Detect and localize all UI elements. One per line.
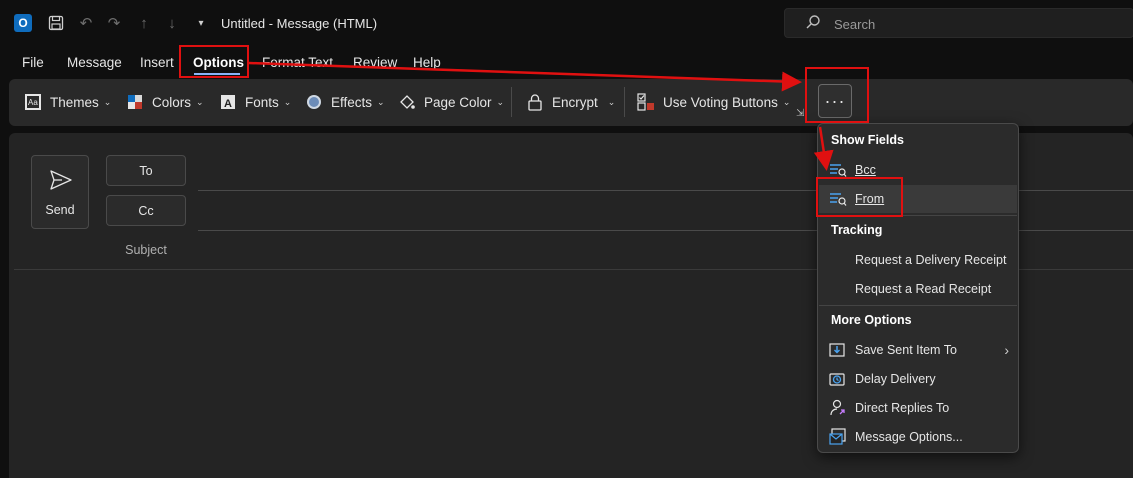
effects-icon <box>305 93 323 111</box>
send-icon <box>50 170 72 193</box>
lock-icon <box>526 93 544 111</box>
menu-separator <box>819 305 1017 306</box>
chevron-down-icon: ⌄ <box>103 96 112 107</box>
dialog-launcher-icon[interactable]: ⇲ <box>796 108 804 119</box>
voting-buttons-button[interactable]: Use Voting Buttons ⌄ <box>637 93 790 111</box>
redo-icon[interactable]: ↷ <box>104 13 124 33</box>
tab-review[interactable]: Review <box>353 55 397 70</box>
more-options-header: More Options <box>831 313 912 327</box>
delivery-receipt-label: Request a Delivery Receipt <box>855 253 1007 267</box>
fonts-button[interactable]: A Fonts ⌄ <box>219 93 291 111</box>
ribbon-separator <box>624 87 625 117</box>
message-options-icon <box>829 428 847 446</box>
effects-label: Effects <box>331 94 373 110</box>
svg-text:A: A <box>224 98 232 110</box>
subject-label: Subject <box>125 243 167 257</box>
chevron-down-icon: ⌄ <box>607 96 616 107</box>
save-sent-label: Save Sent Item To <box>855 343 957 357</box>
tracking-header: Tracking <box>831 223 883 237</box>
down-arrow-icon[interactable]: ↓ <box>162 13 182 33</box>
fonts-label: Fonts <box>245 94 279 110</box>
bcc-label: Bcc <box>855 163 876 177</box>
save-sent-folder-icon <box>829 341 847 359</box>
read-receipt-label: Request a Read Receipt <box>855 282 992 296</box>
annotation-box-from-item <box>816 177 903 217</box>
annotation-box-more-button <box>805 67 869 123</box>
message-options-label: Message Options... <box>855 430 963 444</box>
direct-replies-icon <box>829 399 847 417</box>
delay-delivery-icon <box>829 370 847 388</box>
effects-button[interactable]: Effects ⌄ <box>305 93 385 111</box>
direct-replies-label: Direct Replies To <box>855 401 950 415</box>
page-color-button[interactable]: Page Color ⌄ <box>398 93 504 111</box>
themes-icon: Aa <box>24 93 42 111</box>
menu-item-direct-replies[interactable]: Direct Replies To <box>819 394 1017 422</box>
chevron-down-icon: ⌄ <box>196 96 204 107</box>
tab-message[interactable]: Message <box>67 55 122 70</box>
menu-item-message-options[interactable]: Message Options... <box>819 423 1017 451</box>
search-placeholder: Search <box>834 17 876 32</box>
colors-label: Colors <box>152 94 192 110</box>
menu-item-save-sent[interactable]: Save Sent Item To › <box>819 336 1017 364</box>
colors-icon <box>126 93 144 111</box>
chevron-down-icon: ⌄ <box>782 96 791 107</box>
outlook-logo-icon: O <box>14 14 32 32</box>
themes-button[interactable]: Aa Themes ⌄ <box>24 93 111 111</box>
search-icon <box>805 14 821 34</box>
encrypt-label: Encrypt <box>552 94 598 110</box>
ribbon-separator <box>511 87 512 117</box>
to-button[interactable]: To <box>106 155 186 186</box>
fonts-icon: A <box>219 93 237 111</box>
annotation-box-options-tab <box>179 45 249 78</box>
chevron-down-icon: ⌄ <box>377 96 385 107</box>
tab-file[interactable]: File <box>22 55 44 70</box>
voting-icon <box>637 93 655 111</box>
tab-help[interactable]: Help <box>413 55 441 70</box>
tab-insert[interactable]: Insert <box>140 55 174 70</box>
chevron-down-icon: ⌄ <box>283 96 292 107</box>
encrypt-button[interactable]: Encrypt ⌄ <box>526 93 615 111</box>
menu-item-read-receipt[interactable]: Request a Read Receipt <box>819 275 1017 303</box>
show-fields-header: Show Fields <box>831 133 904 147</box>
delay-delivery-label: Delay Delivery <box>855 372 936 386</box>
page-color-label: Page Color <box>424 94 492 110</box>
tab-format-text[interactable]: Format Text <box>262 55 333 70</box>
menu-item-delay-delivery[interactable]: Delay Delivery <box>819 365 1017 393</box>
colors-button[interactable]: Colors ⌄ <box>126 93 204 111</box>
send-button[interactable]: Send <box>31 155 89 229</box>
chevron-right-icon: › <box>1004 342 1009 358</box>
customize-dropdown-icon[interactable]: ▾ <box>191 13 211 33</box>
search-box[interactable]: Search <box>784 8 1133 38</box>
voting-label: Use Voting Buttons <box>663 94 778 110</box>
svg-text:Aa: Aa <box>28 98 38 107</box>
send-label: Send <box>45 203 75 217</box>
cc-button[interactable]: Cc <box>106 195 186 226</box>
menu-item-delivery-receipt[interactable]: Request a Delivery Receipt <box>819 246 1017 274</box>
save-icon[interactable] <box>46 13 66 33</box>
chevron-down-icon: ⌄ <box>496 96 505 107</box>
window-title: Untitled - Message (HTML) <box>221 16 378 31</box>
themes-label: Themes <box>50 94 99 110</box>
up-arrow-icon[interactable]: ↑ <box>134 13 154 33</box>
paint-bucket-icon <box>398 93 416 111</box>
undo-icon[interactable]: ↶ <box>76 13 96 33</box>
